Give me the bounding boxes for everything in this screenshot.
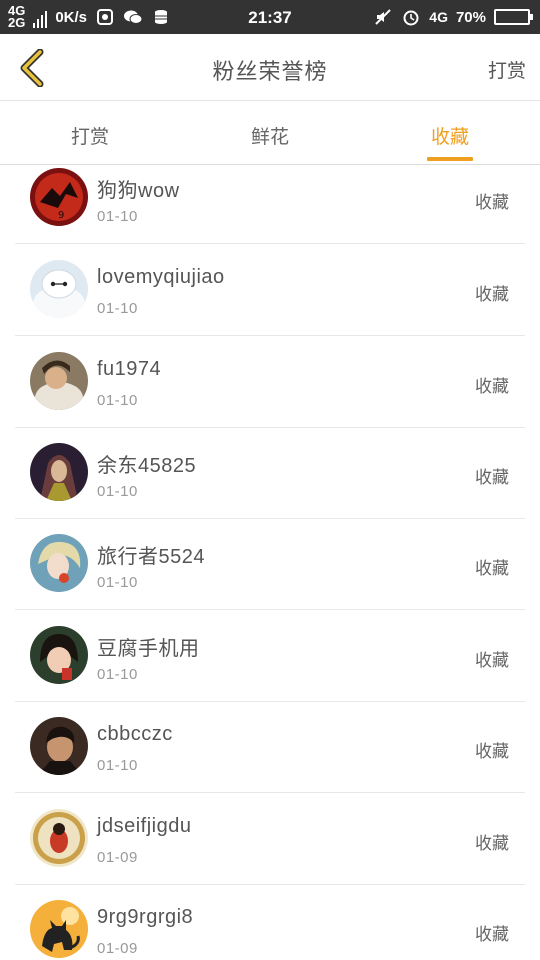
- avatar[interactable]: [30, 534, 88, 592]
- user-name: 狗狗wow: [97, 180, 180, 202]
- user-name: 旅行者5524: [97, 546, 205, 568]
- favorite-label: 收藏: [475, 925, 509, 945]
- fan-list: 9 狗狗wow 01-10 收藏 lovemyqiujiao 01-10 收藏 …: [0, 166, 540, 960]
- mute-icon: [373, 8, 393, 26]
- avatar[interactable]: [30, 626, 88, 684]
- favorite-label: 收藏: [475, 651, 509, 671]
- app-header: 粉丝荣誉榜 打赏: [0, 34, 540, 101]
- tab-favorites[interactable]: 收藏: [360, 101, 540, 164]
- avatar[interactable]: [30, 443, 88, 501]
- avatar[interactable]: 9: [30, 168, 88, 226]
- user-name: 9rg9rgrgi8: [97, 906, 194, 928]
- network-type-right: 4G: [429, 9, 448, 25]
- tab-label: 鲜花: [250, 126, 289, 148]
- item-date: 01-09: [97, 940, 138, 957]
- list-item[interactable]: 旅行者5524 01-10 收藏: [15, 518, 525, 610]
- battery-percent: 70%: [455, 8, 486, 26]
- item-date: 01-10: [97, 392, 138, 409]
- favorite-label: 收藏: [475, 193, 509, 213]
- item-date: 01-10: [97, 574, 138, 591]
- tab-label: 收藏: [430, 126, 469, 148]
- favorite-label: 收藏: [475, 468, 509, 488]
- tab-flowers[interactable]: 鲜花: [180, 101, 360, 164]
- item-date: 01-10: [97, 300, 138, 317]
- tab-bar: 打赏 鲜花 收藏: [0, 101, 540, 165]
- reward-button[interactable]: 打赏: [488, 56, 526, 83]
- tab-label: 打赏: [70, 126, 109, 148]
- user-name: jdseifjigdu: [97, 815, 192, 837]
- user-name: cbbcczc: [97, 723, 173, 745]
- item-date: 01-10: [97, 666, 138, 683]
- item-date: 01-09: [97, 849, 138, 866]
- avatar[interactable]: [30, 900, 88, 958]
- item-date: 01-10: [97, 483, 138, 500]
- user-name: fu1974: [97, 358, 162, 380]
- list-item[interactable]: 余东45825 01-10 收藏: [15, 427, 525, 519]
- list-item[interactable]: fu1974 01-10 收藏: [15, 336, 525, 428]
- list-item[interactable]: jdseifjigdu 01-09 收藏: [15, 793, 525, 885]
- favorite-label: 收藏: [475, 285, 509, 305]
- item-date: 01-10: [97, 208, 138, 225]
- item-date: 01-10: [97, 757, 138, 774]
- list-item[interactable]: 豆腐手机用 01-10 收藏: [15, 610, 525, 702]
- svg-text:9: 9: [58, 210, 64, 221]
- user-name: 豆腐手机用: [97, 638, 200, 660]
- favorite-label: 收藏: [475, 742, 509, 762]
- avatar[interactable]: [30, 717, 88, 775]
- list-item[interactable]: lovemyqiujiao 01-10 收藏: [15, 244, 525, 336]
- battery-icon: [494, 9, 533, 25]
- avatar[interactable]: [30, 352, 88, 410]
- favorite-label: 收藏: [475, 377, 509, 397]
- page-title: 粉丝荣誉榜: [212, 60, 328, 85]
- tab-reward[interactable]: 打赏: [0, 101, 180, 164]
- user-name: lovemyqiujiao: [97, 266, 225, 288]
- list-item[interactable]: 9 狗狗wow 01-10 收藏: [15, 166, 525, 244]
- avatar[interactable]: [30, 260, 88, 318]
- favorite-label: 收藏: [475, 559, 509, 579]
- status-bar: 4G 2G 0K/s 21:37 4G 70%: [0, 0, 540, 34]
- active-tab-indicator: [427, 157, 473, 161]
- alarm-icon: [401, 8, 421, 26]
- list-item[interactable]: cbbcczc 01-10 收藏: [15, 701, 525, 793]
- list-item[interactable]: 9rg9rgrgi8 01-09 收藏: [15, 884, 525, 960]
- favorite-label: 收藏: [475, 834, 509, 854]
- user-name: 余东45825: [97, 455, 197, 477]
- status-right: 4G 70%: [373, 0, 533, 34]
- avatar[interactable]: [30, 809, 88, 867]
